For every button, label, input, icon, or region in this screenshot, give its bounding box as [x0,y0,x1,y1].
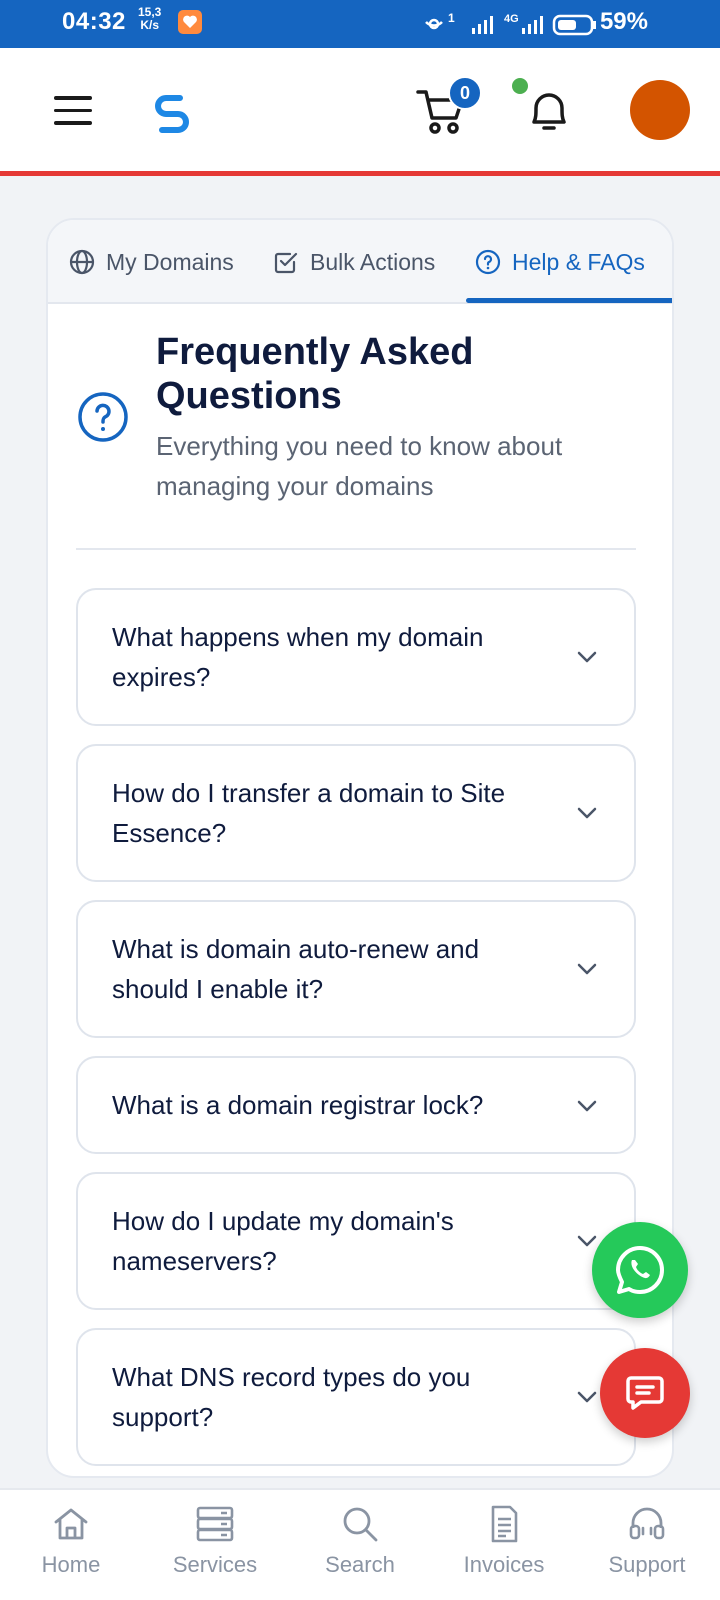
faq-question: What happens when my domain expires? [112,622,484,692]
faq-item[interactable]: How do I transfer a domain to Site Essen… [76,744,636,882]
chevron-down-icon [577,1391,597,1403]
avatar[interactable] [630,80,690,140]
search-icon [343,1507,378,1542]
nav-label: Invoices [463,1552,545,1577]
live-chat-button[interactable] [600,1348,690,1438]
bottom-nav: Home Services Search Invoices Support [0,1488,720,1600]
nav-label: Services [172,1552,258,1577]
chevron-down-icon [577,807,597,819]
chevron-down-icon [577,963,597,975]
help-circle-icon [78,392,128,442]
globe-icon [69,249,95,275]
page-subtitle: Everything you need to know about managi… [156,431,563,501]
tab-my-domains[interactable]: My Domains [68,244,234,280]
whatsapp-icon [616,1246,664,1294]
status-time: 04:32 [62,8,126,35]
menu-icon[interactable] [54,96,92,126]
faq-question: How do I transfer a domain to Site Essen… [112,778,506,848]
battery-percent: 59% [599,8,648,35]
cart-count-badge: 0 [448,76,482,110]
tab-bar: My Domains Bulk Actions Help & FAQs [48,220,672,304]
svg-text:4G: 4G [504,13,519,25]
svg-text:1: 1 [448,11,455,25]
status-bar: 04:32 15,3 K/s 1 4G 59% [0,0,720,48]
divider [76,548,636,550]
faq-item[interactable]: What DNS record types do you support? [76,1328,636,1466]
notification-dot [512,78,528,94]
nav-search[interactable]: Search [300,1504,420,1578]
checkbox-icon [274,252,298,274]
bell-icon[interactable] [526,86,572,136]
app-notification-icon [178,10,202,34]
nav-home[interactable]: Home [11,1504,131,1578]
tab-help-faqs[interactable]: Help & FAQs [474,244,645,280]
nav-invoices[interactable]: Invoices [444,1504,564,1578]
nav-services[interactable]: Services [155,1504,275,1578]
faq-question: What DNS record types do you support? [112,1362,471,1432]
faq-question: What is a domain registrar lock? [112,1090,484,1120]
faq-item[interactable]: What happens when my domain expires? [76,588,636,726]
nav-label: Support [608,1552,686,1577]
help-circle-icon [475,249,501,275]
app-header [0,48,720,176]
chevron-down-icon [577,1235,597,1247]
headset-icon [629,1507,665,1540]
faq-item[interactable]: How do I update my domain's nameservers? [76,1172,636,1310]
faq-question: How do I update my domain's nameservers? [112,1206,454,1276]
logo-icon[interactable] [150,90,194,134]
chat-icon [626,1376,664,1410]
whatsapp-button[interactable] [592,1222,688,1318]
faq-item[interactable]: What is a domain registrar lock? [76,1056,636,1154]
tab-label: My Domains [106,248,234,275]
chevron-down-icon [577,651,597,663]
tab-label: Bulk Actions [310,248,436,275]
faq-item[interactable]: What is domain auto-renew and should I e… [76,900,636,1038]
signal-icons: 1 4G [425,11,596,36]
tab-label: Help & FAQs [512,248,645,275]
network-speed: 15,3 K/s [138,5,162,32]
active-tab-indicator [466,298,672,303]
server-icon [196,1506,234,1542]
page-title: Frequently Asked Questions [156,331,474,417]
domains-card: My Domains Bulk Actions Help & FAQs Freq… [46,218,674,1478]
nav-label: Search [325,1552,395,1577]
chevron-down-icon [577,1100,597,1112]
nav-label: Home [41,1552,101,1577]
faq-question: What is domain auto-renew and should I e… [112,934,480,1004]
home-icon [54,1508,88,1540]
nav-support[interactable]: Support [587,1504,707,1578]
invoice-icon [491,1505,518,1543]
tab-bulk-actions[interactable]: Bulk Actions [272,244,435,280]
